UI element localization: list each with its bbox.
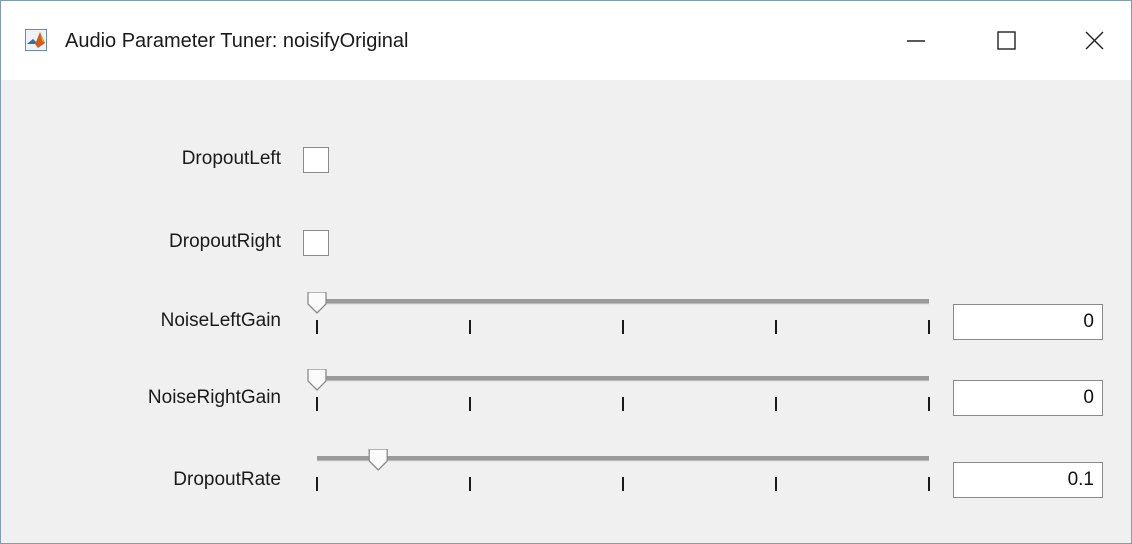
maximize-icon [997, 31, 1016, 50]
dropout-right-checkbox[interactable] [303, 230, 329, 256]
slider-thumb[interactable] [368, 449, 388, 471]
matlab-logo-icon [25, 29, 47, 51]
title-bar[interactable]: Audio Parameter Tuner: noisifyOriginal [1, 1, 1131, 80]
noise-right-gain-input[interactable]: 0 [953, 380, 1103, 416]
maximize-button[interactable] [979, 19, 1035, 63]
dropout-rate-label: DropoutRate [173, 469, 281, 490]
noise-left-gain-slider[interactable] [307, 292, 937, 342]
dropout-rate-input[interactable]: 0.1 [953, 462, 1103, 498]
dropout-left-checkbox[interactable] [303, 147, 329, 173]
noise-left-gain-input[interactable]: 0 [953, 304, 1103, 340]
noise-right-gain-label: NoiseRightGain [147, 387, 281, 408]
noise-left-gain-label: NoiseLeftGain [160, 310, 281, 331]
slider-track [317, 456, 929, 461]
noise-right-gain-slider[interactable] [307, 369, 937, 419]
slider-track [317, 299, 929, 304]
parameter-panel: DropoutLeft DropoutRight NoiseLeftGain 0… [1, 80, 1131, 543]
slider-thumb[interactable] [307, 369, 327, 391]
dropout-left-label: DropoutLeft [181, 148, 281, 169]
slider-thumb[interactable] [307, 292, 327, 314]
minimize-button[interactable] [889, 19, 945, 63]
window-title: Audio Parameter Tuner: noisifyOriginal [65, 30, 409, 52]
dropout-right-label: DropoutRight [169, 231, 281, 252]
minimize-icon [907, 40, 925, 42]
app-window: Audio Parameter Tuner: noisifyOriginal D… [0, 0, 1132, 544]
close-button[interactable] [1067, 19, 1123, 63]
slider-track [317, 376, 929, 381]
close-icon [1085, 31, 1104, 50]
dropout-rate-slider[interactable] [307, 449, 937, 499]
